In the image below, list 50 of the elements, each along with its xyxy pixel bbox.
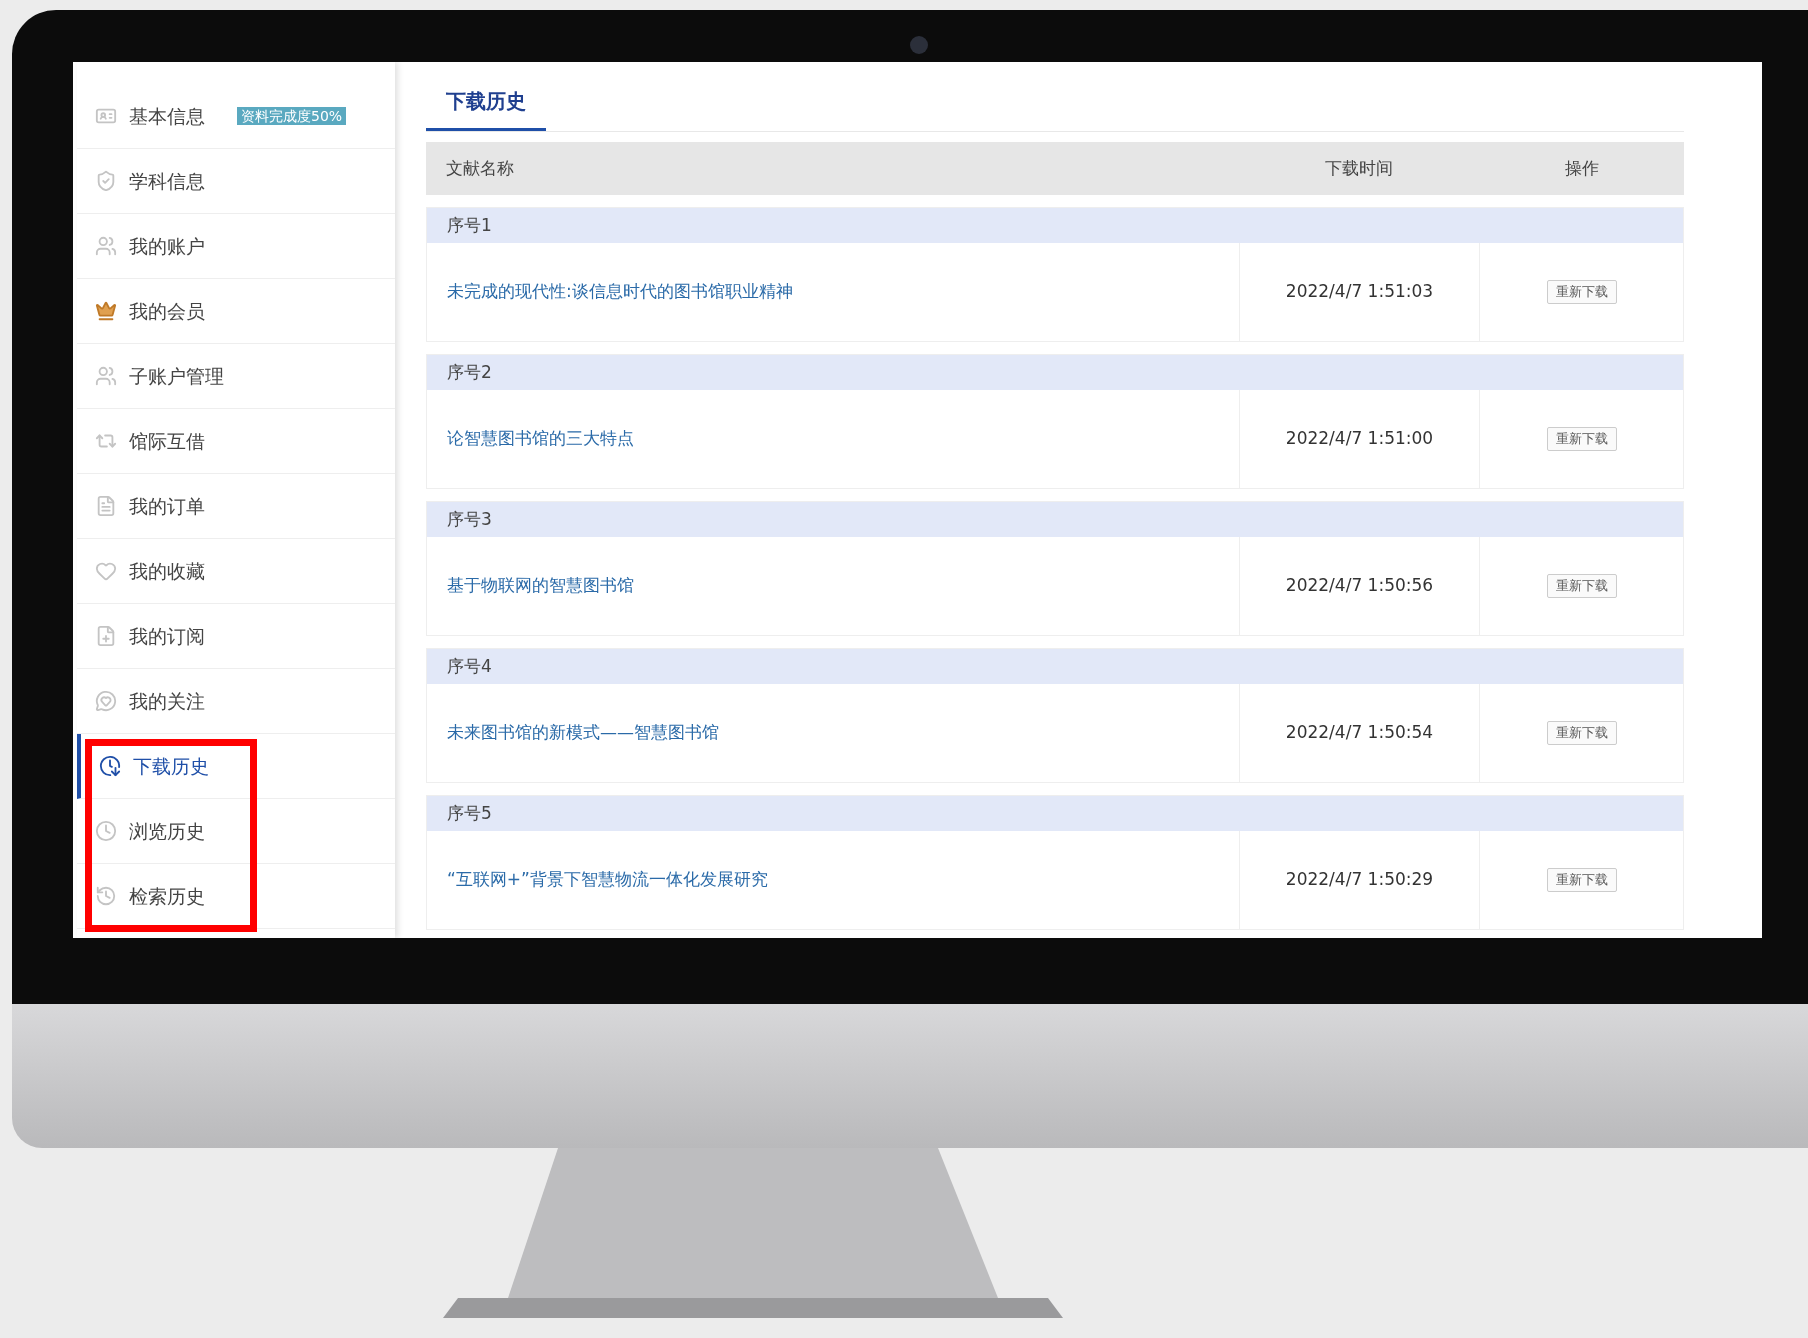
sidebar-item[interactable]: 我的订阅 bbox=[77, 604, 395, 669]
sidebar-item[interactable]: 基本信息 资料完成度50% bbox=[77, 84, 395, 149]
users-icon bbox=[95, 235, 117, 257]
document-icon bbox=[95, 495, 117, 517]
clock-icon bbox=[95, 820, 117, 842]
row-number: 序号1 bbox=[427, 208, 1683, 243]
redownload-button[interactable]: 重新下载 bbox=[1546, 574, 1617, 598]
column-header: 操作 bbox=[1563, 156, 1600, 180]
completion-badge: 资料完成度50% bbox=[237, 107, 347, 125]
redownload-button[interactable]: 重新下载 bbox=[1546, 427, 1617, 451]
sidebar-item[interactable]: 我的会员 bbox=[77, 279, 395, 344]
document-title-link[interactable]: “互联网+”背景下智慧物流一体化发展研究 bbox=[447, 867, 768, 893]
file-plus-icon bbox=[95, 625, 117, 647]
download-time: 2022/4/7 1:51:00 bbox=[1240, 390, 1480, 488]
document-title-link[interactable]: 论智慧图书馆的三大特点 bbox=[447, 426, 634, 452]
users-icon bbox=[95, 365, 117, 387]
crown-icon bbox=[95, 300, 117, 322]
clock-icon bbox=[99, 755, 121, 777]
document-title-link[interactable]: 未来图书馆的新模式——智慧图书馆 bbox=[447, 720, 719, 746]
sidebar-item[interactable]: 浏览历史 bbox=[77, 799, 395, 864]
row-number: 序号4 bbox=[427, 649, 1683, 684]
sidebar-item[interactable]: 子账户管理 bbox=[77, 344, 395, 409]
redownload-button[interactable]: 重新下载 bbox=[1546, 280, 1617, 304]
chat-heart-icon bbox=[95, 690, 117, 712]
document-title-link[interactable]: 未完成的现代性:谈信息时代的图书馆职业精神 bbox=[447, 279, 793, 305]
column-header: 文献名称 bbox=[445, 156, 515, 180]
download-time: 2022/4/7 1:50:54 bbox=[1240, 684, 1480, 782]
sidebar-item[interactable]: 我的订单 bbox=[77, 474, 395, 539]
document-title-link[interactable]: 基于物联网的智慧图书馆 bbox=[447, 573, 634, 599]
row-number: 序号5 bbox=[427, 796, 1683, 831]
sidebar-item[interactable]: 我的收藏 bbox=[77, 539, 395, 604]
download-time: 2022/4/7 1:51:03 bbox=[1240, 243, 1480, 341]
heart-icon bbox=[95, 560, 117, 582]
download-time: 2022/4/7 1:50:56 bbox=[1240, 537, 1480, 635]
column-header: 下载时间 bbox=[1324, 156, 1394, 180]
sidebar-item[interactable]: 下载历史 bbox=[77, 734, 395, 799]
redownload-button[interactable]: 重新下载 bbox=[1546, 721, 1617, 745]
row-number: 序号3 bbox=[427, 502, 1683, 537]
download-time: 2022/4/7 1:50:29 bbox=[1240, 831, 1480, 929]
shield-check-icon bbox=[95, 170, 117, 192]
sidebar-item[interactable]: 检索历史 bbox=[77, 864, 395, 929]
sidebar-item[interactable]: 学科信息 bbox=[77, 149, 395, 214]
tab[interactable]: 下载历史 bbox=[426, 86, 546, 131]
history-icon bbox=[95, 885, 117, 907]
sidebar-item[interactable]: 我的账户 bbox=[77, 214, 395, 279]
sidebar-item[interactable]: 我的关注 bbox=[77, 669, 395, 734]
redownload-button[interactable]: 重新下载 bbox=[1546, 868, 1617, 892]
sidebar-item[interactable]: 馆际互借 bbox=[77, 409, 395, 474]
row-number: 序号2 bbox=[427, 355, 1683, 390]
camera-icon bbox=[910, 36, 928, 54]
